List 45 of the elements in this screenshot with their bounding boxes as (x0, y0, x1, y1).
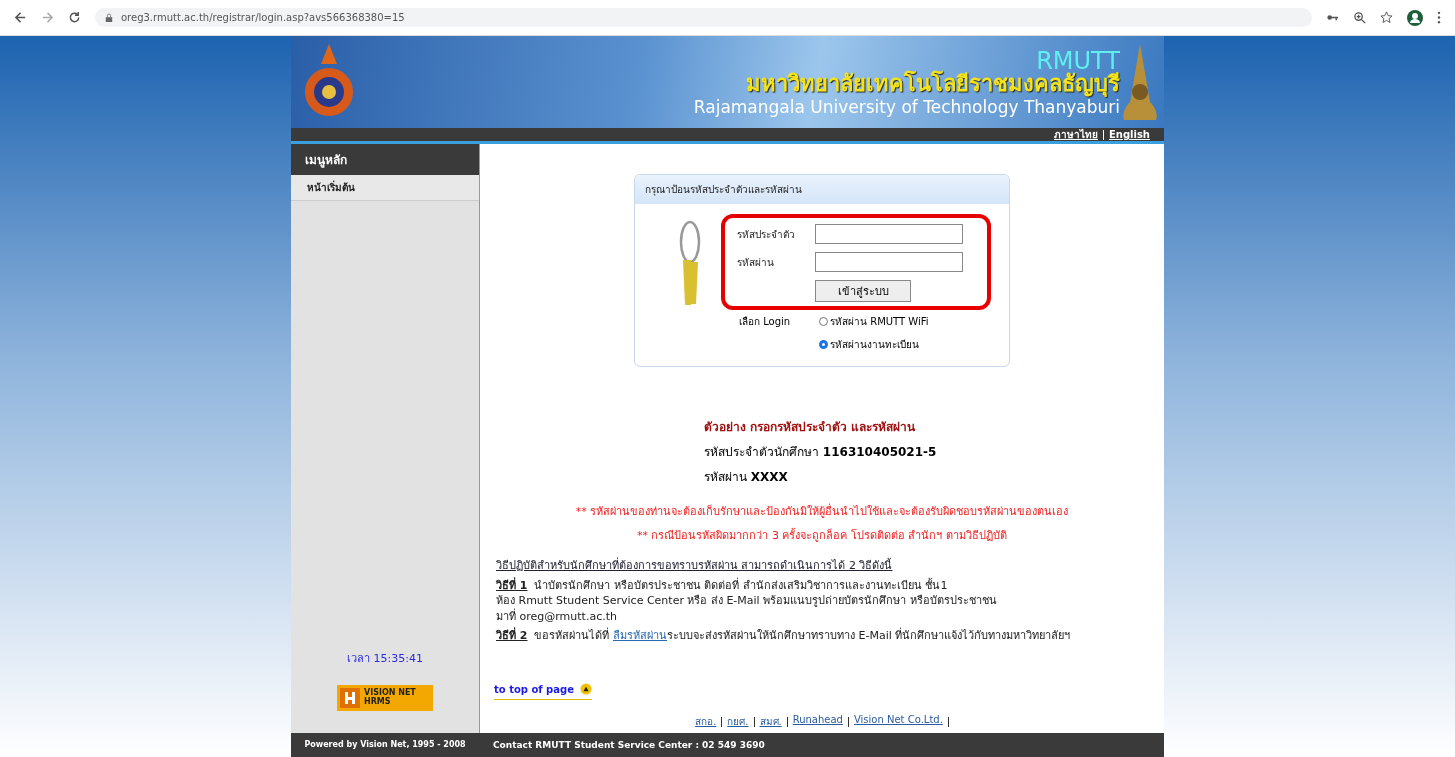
up-arrow-icon[interactable] (580, 683, 592, 695)
vision-net-logo: VISION NET HRMS (337, 685, 433, 711)
clock-text: เวลา 15:35:41 (346, 651, 424, 667)
radio-label: รหัสผ่านงานทะเบียน (830, 338, 919, 352)
back-icon[interactable] (14, 11, 27, 24)
login-type-label: เลือก Login (739, 315, 792, 329)
footer-link[interactable]: สกอ. (695, 714, 717, 729)
menu-icon[interactable] (1437, 11, 1441, 24)
method-text: วิธีที่ 2 ขอรหัสผ่านได้ที่ ลืมรหัสผ่านระบบจะส่งรหัสผ่านให้นักศึกษาทราบทาง E-Mail ที่นักศึกษาแจ้งไว้กับทางมหาวิทยาลัยฯ (496, 628, 1072, 644)
footer-link[interactable]: Vision Net Co.Ltd. (853, 714, 943, 729)
profile-avatar-icon[interactable] (1407, 9, 1423, 26)
lock-icon (105, 12, 113, 23)
input-field[interactable] (815, 224, 963, 244)
field-label: รหัสประจำตัว (737, 227, 796, 242)
example-heading: ตัวอย่าง กรอกรหัสประจำตัว และรหัสผ่าน (704, 419, 917, 436)
menu-heading: เมนูหลัก (291, 144, 479, 175)
star-icon[interactable] (1380, 11, 1393, 24)
radio-button[interactable] (819, 340, 828, 349)
input-field[interactable] (815, 252, 963, 272)
reload-icon[interactable] (68, 11, 81, 24)
warning-text: ** รหัสผ่านของท่านจะต้องเก็บรักษาและป้องกันมิให้ผู้อื่นนำไปใช้และจะต้องรับผิดชอบรหัสผ่านของตนเอง (575, 502, 1069, 520)
menu-item[interactable]: หน้าเริ่มต้น (291, 175, 479, 201)
field-label: รหัสผ่าน (737, 255, 775, 270)
footer-link[interactable]: กยศ. (727, 714, 749, 729)
forgot-password-link[interactable]: ลืมรหัสผ่าน (613, 629, 667, 643)
university-name-english: Rajamangala University of Technology Thanyaburi (693, 98, 1120, 116)
warning-text: ** กรณีป้อนรหัสผิดมากกว่า 3 ครั้งจะถูกล็อค โปรดติดต่อ สำนักฯ ตามวิธีปฏิบัติ (637, 527, 1007, 544)
zoom-icon[interactable] (1353, 11, 1366, 24)
powered-by-text: Powered by Vision Net, 1995 - 2008 (303, 740, 467, 750)
footer-link[interactable]: สมศ. (759, 714, 782, 729)
method-text: วิธีที่ 1 นำบัตรนักศึกษา หรือบัตรประชาชน ติดต่อที่ สำนักส่งเสริมวิชาการและงานทะเบียน ชั้น1 ห้อง Rmutt Student Service Center หรือ ส่ง E-Mail พร้อมแนบรูปถ่ายบัตรนักศึกษา หรือบัตรประชาชน มาที่ oreg@rmutt.ac.th (496, 578, 998, 625)
login-button[interactable]: เข้าสู่ระบบ (815, 280, 911, 302)
example-text: รหัสประจำตัวนักศึกษา 116310405021-5 (704, 444, 938, 461)
radio-label: รหัสผ่าน RMUTT WiFi (830, 315, 929, 329)
university-abbreviation: RMUTT (1036, 48, 1120, 73)
language-link[interactable]: ภาษาไทย (1053, 127, 1098, 142)
contact-text: Contact RMUTT Student Service Center : 02 549 3690 (492, 740, 765, 750)
radio-button[interactable] (819, 317, 828, 326)
example-text: รหัสผ่าน XXXX (704, 469, 789, 486)
login-panel-title: กรุณาป้อนรหัสประจำตัวและรหัสผ่าน (635, 175, 1009, 204)
footer-link[interactable]: Runahead (792, 714, 843, 729)
language-link[interactable]: English (1108, 129, 1150, 140)
address-bar[interactable]: oreg3.rmutt.ac.th/registrar/login.asp?avs566368380=15 (95, 8, 1312, 27)
instructions-link[interactable]: วิธีปฏิบัติสำหรับนักศึกษาที่ต้องการขอทราบรหัสผ่าน สามารถดำเนินการได้ 2 วิธีดังนี้ (496, 556, 1150, 574)
to-top-link[interactable]: to top of page (494, 683, 574, 695)
